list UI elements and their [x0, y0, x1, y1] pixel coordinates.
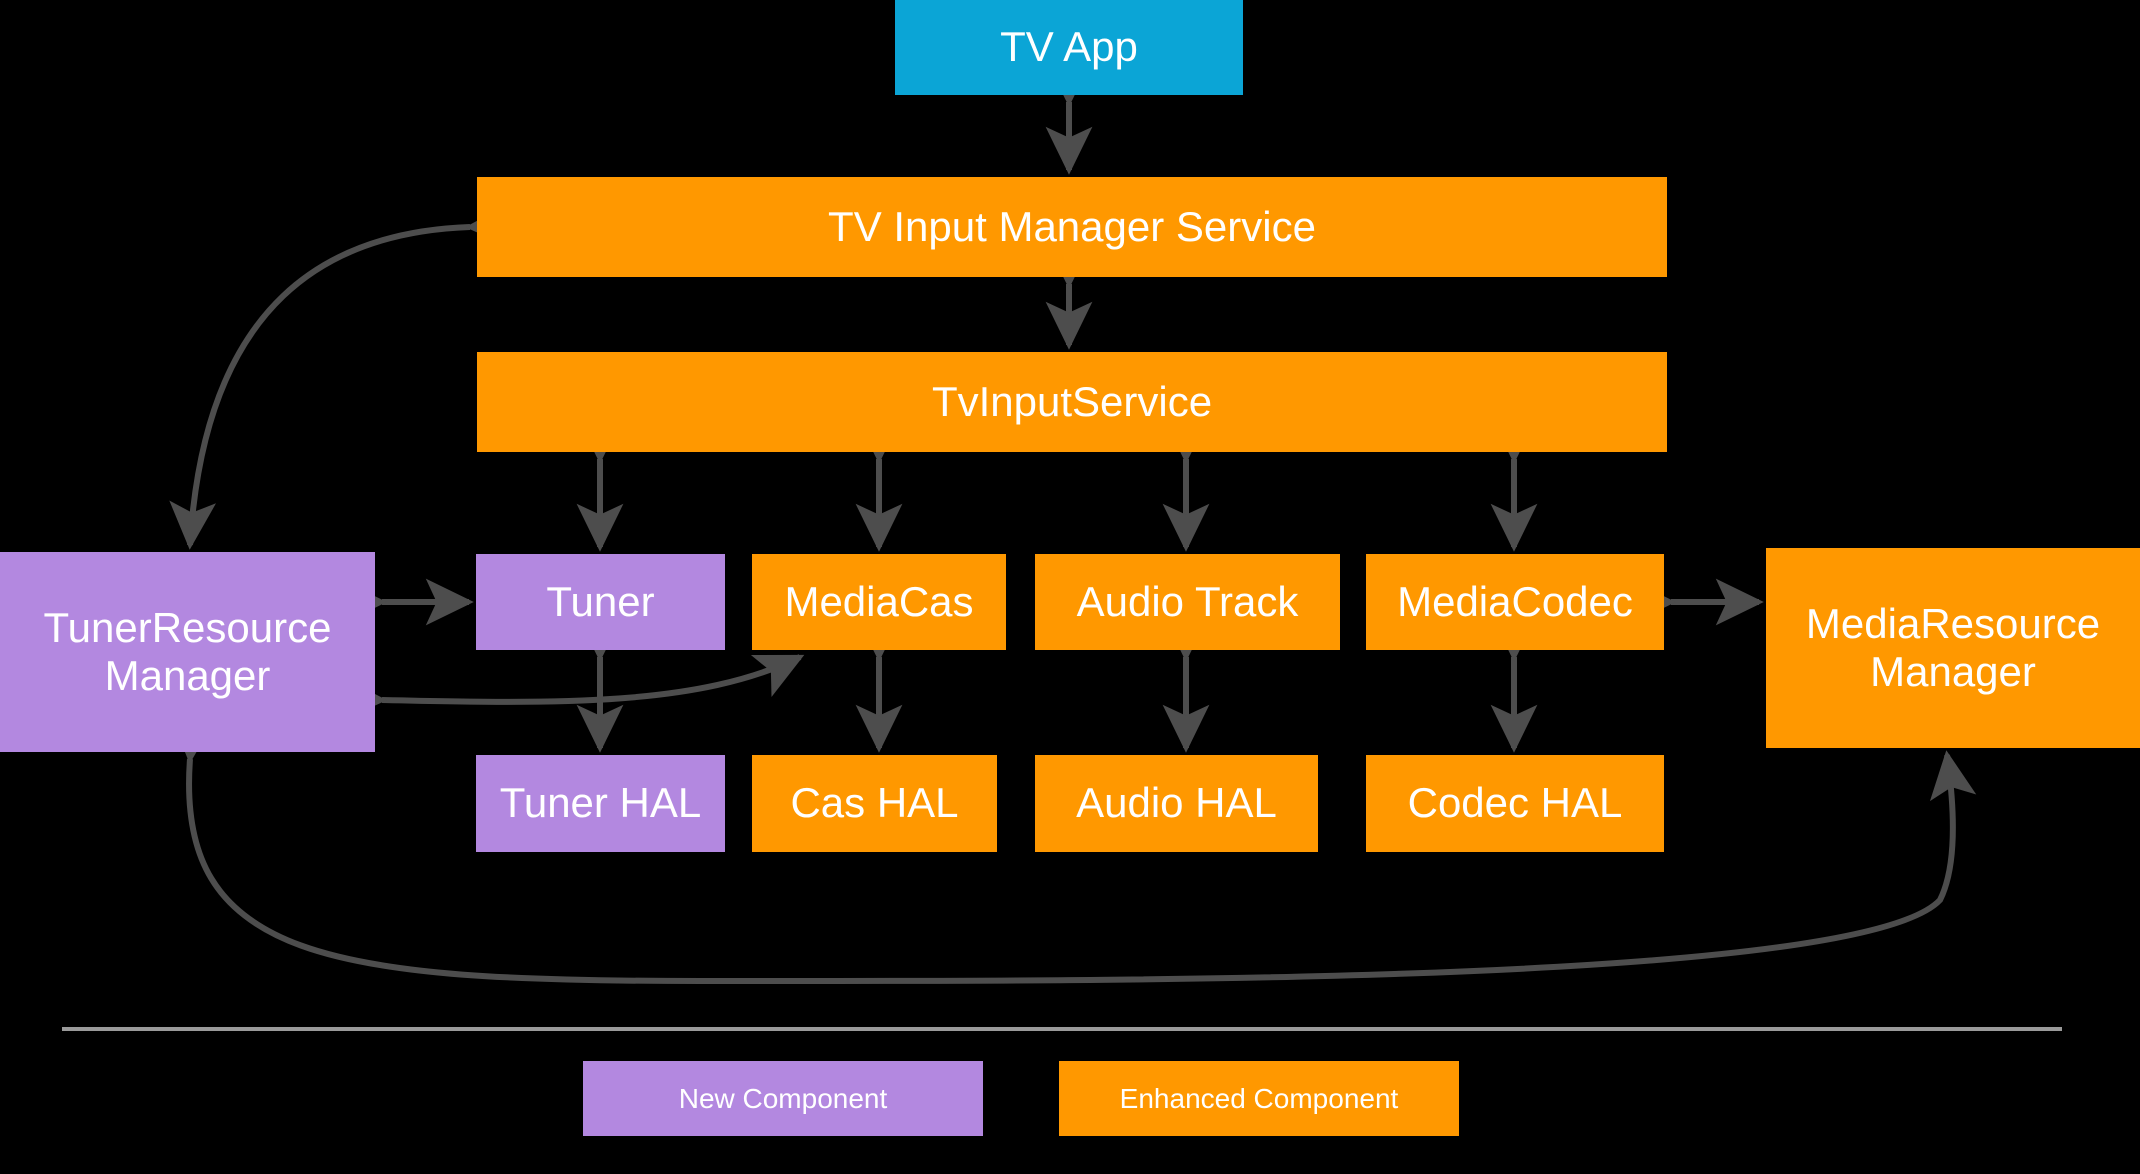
node-tv-app-label: TV App — [1000, 23, 1138, 71]
node-tuner-resource-manager-label: TunerResource Manager — [43, 603, 332, 699]
node-cas-hal[interactable]: Cas HAL — [752, 755, 997, 852]
legend-divider — [62, 1027, 2062, 1031]
legend-item-new-component[interactable]: New Component — [583, 1061, 983, 1136]
node-tuner-resource-manager[interactable]: TunerResource Manager — [0, 552, 375, 752]
connector-tunerresourcemanager-mediacas — [338, 654, 805, 723]
connector-tvinputmanagerservice-tunerresourcemanager — [169, 202, 515, 550]
node-media-resource-manager[interactable]: MediaResource Manager — [1766, 548, 2140, 748]
node-codec-hal[interactable]: Codec HAL — [1366, 755, 1664, 852]
node-cas-hal-label: Cas HAL — [790, 779, 959, 827]
legend-item-enhanced-component[interactable]: Enhanced Component — [1059, 1061, 1459, 1136]
node-media-cas-label: MediaCas — [784, 577, 974, 625]
node-media-codec[interactable]: MediaCodec — [1366, 554, 1664, 650]
node-tv-input-manager-service-label: TV Input Manager Service — [828, 202, 1316, 250]
node-tuner-label: Tuner — [546, 577, 655, 625]
node-media-resource-manager-label: MediaResource Manager — [1805, 599, 2101, 695]
node-audio-hal[interactable]: Audio HAL — [1035, 755, 1318, 852]
node-tv-app[interactable]: TV App — [895, 0, 1243, 95]
node-tuner[interactable]: Tuner — [476, 554, 725, 650]
node-tv-input-service-label: TvInputService — [931, 377, 1213, 425]
node-tv-input-manager-service[interactable]: TV Input Manager Service — [477, 177, 1667, 277]
node-tuner-hal[interactable]: Tuner HAL — [476, 755, 725, 852]
legend-item-new-component-label: New Component — [678, 1082, 888, 1114]
node-tuner-hal-label: Tuner HAL — [499, 779, 702, 827]
node-tv-input-service[interactable]: TvInputService — [477, 352, 1667, 452]
legend-item-enhanced-component-label: Enhanced Component — [1119, 1082, 1399, 1114]
node-audio-track-label: Audio Track — [1076, 577, 1299, 625]
node-media-codec-label: MediaCodec — [1397, 577, 1633, 625]
node-media-cas[interactable]: MediaCas — [752, 554, 1006, 650]
architecture-diagram: TV App TV Input Manager Service TvInputS… — [0, 0, 2140, 1174]
node-audio-track[interactable]: Audio Track — [1035, 554, 1340, 650]
node-audio-hal-label: Audio HAL — [1076, 779, 1277, 827]
node-codec-hal-label: Codec HAL — [1407, 779, 1623, 827]
